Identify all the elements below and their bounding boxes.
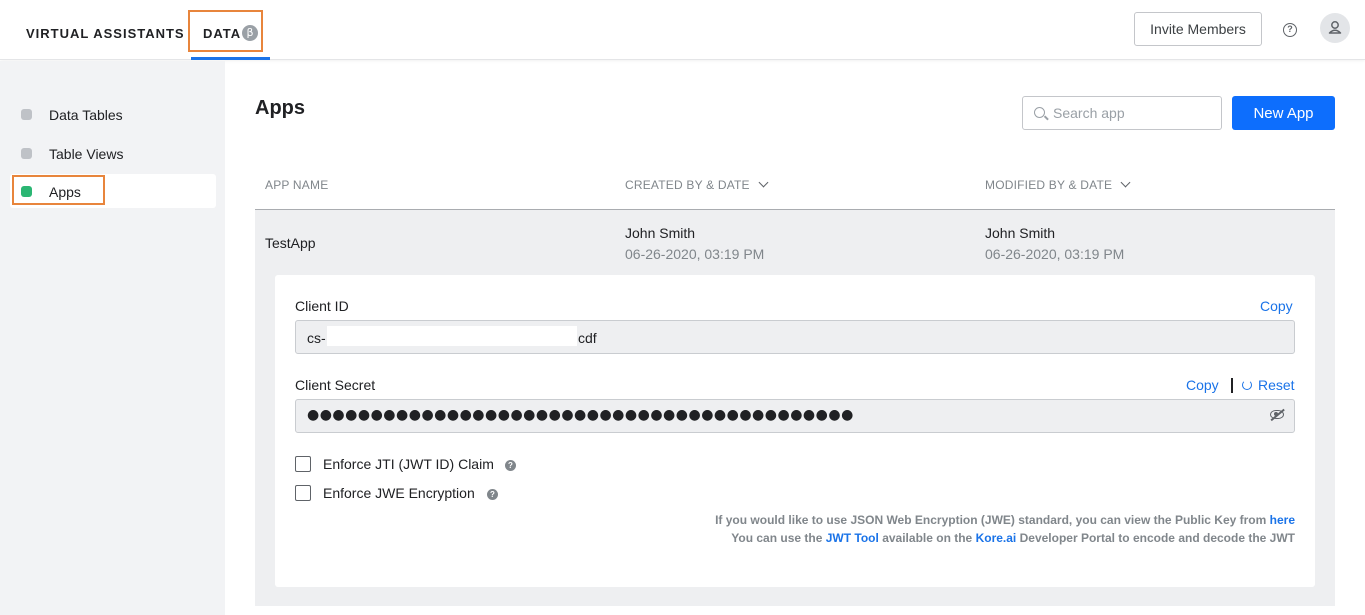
app-name-cell: TestApp [265,235,316,251]
modified-date-cell: 06-26-2020, 03:19 PM [985,246,1125,262]
page-title: Apps [255,97,305,119]
enforce-jti-checkbox[interactable] [295,456,311,472]
column-header-modified[interactable]: MODIFIED BY & DATE [985,177,1131,192]
question-icon[interactable]: ? [487,489,498,500]
enforce-jwe-checkbox[interactable] [295,485,311,501]
jwe-info-line: If you would like to use JSON Web Encryp… [715,513,1295,527]
client-id-label: Client ID [295,298,349,314]
redaction-bar [327,326,577,346]
reset-icon[interactable] [1242,380,1252,390]
divider [1231,378,1233,393]
column-header-created[interactable]: CREATED BY & DATE [625,177,769,192]
active-tab-underline [191,57,270,60]
beta-badge: β [242,25,258,41]
client-secret-label: Client Secret [295,377,376,393]
question-icon[interactable]: ? [505,460,516,471]
top-navbar: VIRTUAL ASSISTANTS DATA β Invite Members… [0,0,1365,60]
search-input[interactable] [1053,97,1218,129]
kore-ai-link[interactable]: Kore.ai [976,531,1017,545]
search-box[interactable] [1022,96,1222,130]
status-dot [21,148,32,159]
client-id-suffix: cdf [578,330,597,346]
search-icon [1034,107,1045,118]
help-icon[interactable]: ? [1283,23,1297,37]
eye-off-icon[interactable] [1270,410,1284,419]
client-secret-value: ●●●●●●●●●●●●●●●●●●●●●●●●●●●●●●●●●●●●●●●●… [307,407,854,423]
column-header-app-name: APP NAME [265,178,329,192]
modified-by-cell: John Smith [985,225,1056,241]
invite-members-button[interactable]: Invite Members [1134,12,1262,46]
client-secret-field[interactable]: ●●●●●●●●●●●●●●●●●●●●●●●●●●●●●●●●●●●●●●●●… [295,399,1295,433]
copy-client-secret-link[interactable]: Copy [1186,377,1219,393]
tab-data[interactable]: DATA [203,26,241,41]
jwt-tool-info-line: You can use the JWT Tool available on th… [731,531,1295,545]
chevron-down-icon [758,177,769,188]
sidebar-item-data-tables[interactable]: Data Tables [10,97,216,131]
enforce-jwe-label: Enforce JWE Encryption [323,485,475,501]
new-app-button[interactable]: New App [1232,96,1335,130]
sidebar-item-label: Table Views [49,146,124,162]
enforce-jti-label: Enforce JTI (JWT ID) Claim [323,456,494,472]
apps-highlight [12,175,105,205]
chevron-down-icon [1120,177,1131,188]
copy-client-id-link[interactable]: Copy [1260,298,1293,314]
status-dot [21,109,32,120]
tab-virtual-assistants[interactable]: VIRTUAL ASSISTANTS [26,26,185,41]
public-key-here-link[interactable]: here [1270,513,1295,527]
avatar[interactable] [1320,13,1350,43]
sidebar-item-label: Data Tables [49,107,123,123]
created-by-cell: John Smith [625,225,696,241]
sidebar-item-table-views[interactable]: Table Views [10,136,216,170]
jwt-tool-link[interactable]: JWT Tool [826,531,879,545]
client-id-prefix: cs- [307,330,326,346]
user-icon [1328,21,1342,34]
created-date-cell: 06-26-2020, 03:19 PM [625,246,765,262]
reset-secret-link[interactable]: Reset [1258,377,1295,393]
